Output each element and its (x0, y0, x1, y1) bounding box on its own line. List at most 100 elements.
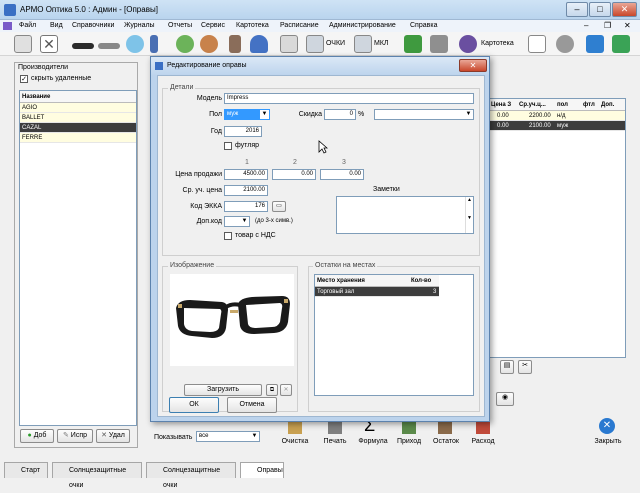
mkl-label[interactable]: МКЛ (374, 40, 389, 47)
col-header[interactable]: Цена З (491, 99, 511, 111)
broom-icon[interactable] (288, 420, 302, 434)
mdi-close-button[interactable]: ✕ (624, 21, 631, 30)
minimize-button[interactable]: – (566, 2, 588, 17)
tab-sunglasses-1[interactable]: Солнцезащитные очки (52, 462, 142, 489)
grid-tool-button[interactable]: ✂ (518, 360, 532, 374)
binoculars-icon[interactable]: ◉ (496, 392, 514, 406)
menu-admin[interactable]: Администрирование (329, 20, 396, 32)
model-input[interactable]: Impress (224, 93, 474, 104)
lens-icon[interactable] (126, 35, 144, 53)
list-item[interactable]: FERRE (20, 133, 136, 143)
calendar-icon[interactable] (528, 35, 546, 53)
price2-input[interactable]: 0.00 (272, 169, 316, 180)
price1-input[interactable]: 4500.00 (224, 169, 268, 180)
ekka-input[interactable]: 176 (224, 201, 268, 212)
list-header[interactable]: Название (20, 91, 136, 103)
notes-textarea[interactable]: ▲ ▼ (336, 196, 474, 234)
eye-icon[interactable] (200, 35, 218, 53)
menu-view[interactable]: Вид (50, 20, 63, 32)
col-header[interactable]: Место хранения (317, 275, 365, 287)
save-icon[interactable] (14, 35, 32, 53)
dialog-close-button[interactable]: ✕ (459, 59, 487, 72)
ekka-lookup-button[interactable]: ▭ (272, 201, 286, 212)
settings-icon[interactable] (556, 35, 574, 53)
col-header[interactable]: Доп. (601, 99, 614, 111)
discount-type-select[interactable]: ▼ (374, 109, 474, 120)
table-row-selected[interactable]: Торговый зал 3 (315, 287, 439, 297)
ochki-icon[interactable] (306, 35, 324, 53)
people-icon[interactable] (459, 35, 477, 53)
menu-help[interactable]: Справка (410, 20, 437, 32)
ok-button[interactable]: ОК (169, 397, 219, 413)
list-item[interactable]: BALLET (20, 113, 136, 123)
balance-icon[interactable] (438, 420, 452, 434)
menu-journals[interactable]: Журналы (124, 20, 155, 32)
notes-scrollbar[interactable]: ▲ ▼ (465, 197, 473, 233)
col-header[interactable]: Кол-во (411, 275, 431, 287)
balance-label[interactable]: Остаток (430, 438, 462, 445)
printer-icon[interactable] (430, 35, 448, 53)
close-window-button[interactable]: ✕ (612, 2, 637, 17)
paste-image-button[interactable]: ⧉ (266, 384, 278, 396)
tab-frames[interactable]: Оправы (240, 462, 284, 478)
glasses-light-icon[interactable] (98, 43, 120, 49)
expense-icon[interactable] (476, 420, 490, 434)
exit-icon[interactable] (612, 35, 630, 53)
case-checkbox[interactable] (224, 142, 232, 150)
formula-label[interactable]: Формула (356, 438, 390, 445)
year-input[interactable]: 2016 (224, 126, 262, 137)
col-header[interactable]: фтл (583, 99, 595, 111)
close-label[interactable]: Закрыть (590, 438, 626, 445)
expense-label[interactable]: Расход (468, 438, 498, 445)
tab-start[interactable]: Старт (4, 462, 48, 478)
menu-schedule[interactable]: Расписание (280, 20, 319, 32)
delete-button[interactable]: ✕ Удал (96, 429, 130, 443)
income-label[interactable]: Приход (394, 438, 424, 445)
col-header[interactable]: пол (557, 99, 568, 111)
menu-cardfile[interactable]: Картотека (236, 20, 269, 32)
stock-table[interactable]: Место хранения Кол-во Торговый зал 3 (314, 274, 474, 396)
bottle-icon[interactable] (229, 35, 241, 53)
print-icon[interactable] (328, 420, 342, 434)
menu-reference[interactable]: Справочники (72, 20, 114, 32)
vat-checkbox[interactable] (224, 232, 232, 240)
addcode-select[interactable]: ▼ (224, 216, 250, 227)
avg-price-input[interactable]: 2100.00 (224, 185, 268, 196)
col-header[interactable]: Ср.уч.ц... (519, 99, 546, 111)
tab-sunglasses-2[interactable]: Солнцезащитные очки (146, 462, 236, 489)
kartoteka-label[interactable]: Картотека (481, 40, 514, 47)
list-item[interactable]: AGIO (20, 103, 136, 113)
glasses-icon[interactable] (72, 43, 94, 49)
show-select[interactable]: все ▼ (196, 431, 260, 442)
cancel-button[interactable]: Отмена (227, 397, 277, 413)
globe-icon[interactable] (176, 35, 194, 53)
menu-file[interactable]: Файл (19, 20, 36, 32)
table-row[interactable]: 0.00 2200.00 н/д (489, 111, 625, 121)
mdi-restore-button[interactable]: ❐ (604, 21, 611, 30)
income-icon[interactable] (402, 420, 416, 434)
discount-input[interactable]: 0 (324, 109, 356, 120)
frames-grid[interactable]: Цена З Ср.уч.ц... пол фтл Доп. 0.00 2200… (488, 98, 626, 358)
delete-image-button[interactable]: ✕ (280, 384, 292, 396)
close-icon[interactable]: ✕ (599, 418, 615, 434)
edit-button[interactable]: ✎ Испр (57, 429, 93, 443)
exchange-icon[interactable] (404, 35, 422, 53)
hide-deleted-checkbox[interactable]: ✓ (20, 75, 28, 83)
tools-icon[interactable] (150, 35, 158, 53)
table-row-selected[interactable]: 0.00 2100.00 муж (489, 121, 625, 131)
print-label[interactable]: Печать (320, 438, 350, 445)
gender-select[interactable]: муж ▼ (224, 109, 270, 120)
grid-doc-button[interactable]: ▤ (500, 360, 514, 374)
load-image-button[interactable]: Загрузить (184, 384, 262, 396)
document-icon[interactable] (280, 35, 298, 53)
doctor-icon[interactable] (250, 35, 268, 53)
list-item-selected[interactable]: CAZAL (20, 123, 136, 133)
menu-service[interactable]: Сервис (201, 20, 225, 32)
clear-label[interactable]: Очистка (280, 438, 310, 445)
price3-input[interactable]: 0.00 (320, 169, 364, 180)
cancel-icon[interactable]: ✕ (40, 35, 58, 53)
ochki-label[interactable]: ОЧКИ (326, 40, 345, 47)
mdi-minimize-button[interactable]: – (584, 21, 588, 30)
add-button[interactable]: ● Доб (20, 429, 54, 443)
import-icon[interactable] (586, 35, 604, 53)
